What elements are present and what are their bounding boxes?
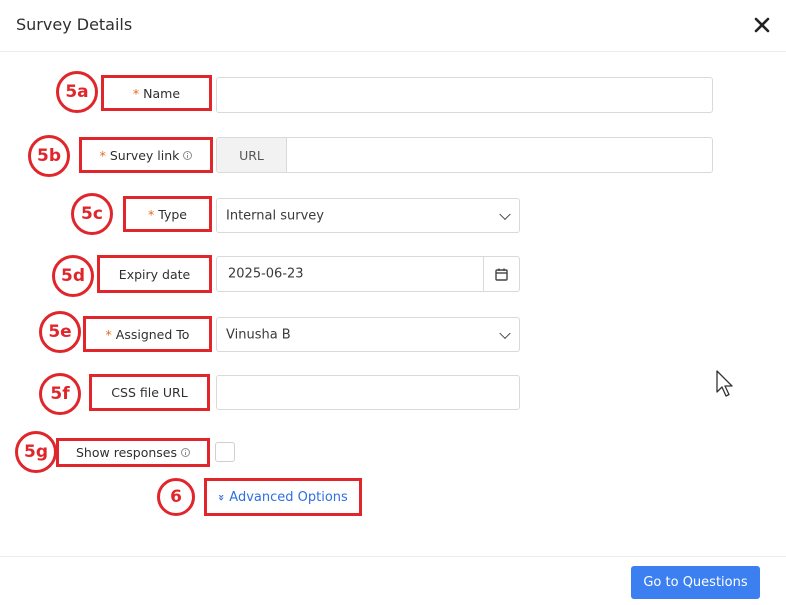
type-label: * Type — [123, 196, 212, 232]
annotation-badge-5e: 5e — [39, 311, 81, 353]
annotation-badge-5a: 5a — [56, 71, 98, 113]
calendar-button[interactable] — [483, 257, 519, 291]
assigned-to-select[interactable]: Vinusha B — [216, 317, 520, 352]
show-responses-checkbox[interactable] — [215, 442, 235, 462]
expiry-date-label: Expiry date — [97, 255, 212, 293]
info-icon — [181, 448, 190, 457]
close-icon[interactable] — [751, 14, 773, 36]
annotation-badge-5d: 5d — [52, 255, 94, 297]
expiry-date-label-text: Expiry date — [118, 266, 191, 282]
survey-details-modal: Survey Details 5a * Name 5b * Survey lin… — [0, 0, 786, 605]
annotation-badge-5c: 5c — [71, 193, 113, 235]
show-responses-label-text: Show responses — [76, 445, 177, 460]
chevron-down-icon — [499, 208, 511, 220]
name-input[interactable] — [216, 77, 713, 113]
go-to-questions-button[interactable]: Go to Questions — [631, 566, 760, 599]
type-label-text: Type — [158, 206, 187, 222]
chevron-down-icon — [499, 327, 511, 339]
annotation-badge-5f: 5f — [39, 373, 81, 415]
required-marker: * — [99, 147, 106, 163]
show-responses-label: Show responses — [56, 438, 210, 467]
type-select-value: Internal survey — [226, 208, 324, 223]
advanced-options-link[interactable]: » Advanced Options — [215, 489, 348, 505]
assigned-to-value: Vinusha B — [226, 327, 291, 342]
advanced-options-label: Advanced Options — [229, 489, 348, 505]
expiry-date-value: 2025-06-23 — [228, 266, 304, 282]
annotation-badge-5b: 5b — [28, 135, 70, 177]
annotation-badge-6: 6 — [157, 478, 195, 516]
name-label: * Name — [101, 75, 212, 111]
mouse-cursor-icon — [716, 370, 733, 397]
url-addon: URL — [217, 138, 287, 172]
type-select[interactable]: Internal survey — [216, 198, 520, 233]
info-icon — [183, 150, 193, 160]
survey-link-label-text: Survey link — [109, 147, 180, 163]
css-file-url-input[interactable] — [216, 375, 520, 410]
css-file-url-label-text: CSS file URL — [111, 385, 188, 400]
expiry-date-input[interactable]: 2025-06-23 — [216, 256, 520, 292]
assigned-to-label: * Assigned To — [83, 316, 212, 352]
annotation-badge-5g: 5g — [15, 431, 57, 473]
required-marker: * — [105, 326, 112, 342]
modal-header: Survey Details — [0, 0, 786, 52]
survey-link-label: * Survey link — [79, 137, 213, 173]
calendar-icon — [495, 268, 508, 281]
modal-title: Survey Details — [16, 15, 133, 34]
name-label-text: Name — [143, 85, 181, 101]
advanced-options-box: » Advanced Options — [204, 478, 362, 516]
assigned-to-label-text: Assigned To — [115, 326, 190, 342]
survey-link-input[interactable]: URL — [216, 137, 713, 173]
required-marker: * — [148, 206, 155, 222]
double-chevron-down-icon: » — [215, 493, 229, 501]
css-file-url-label: CSS file URL — [89, 374, 210, 411]
required-marker: * — [132, 85, 140, 101]
